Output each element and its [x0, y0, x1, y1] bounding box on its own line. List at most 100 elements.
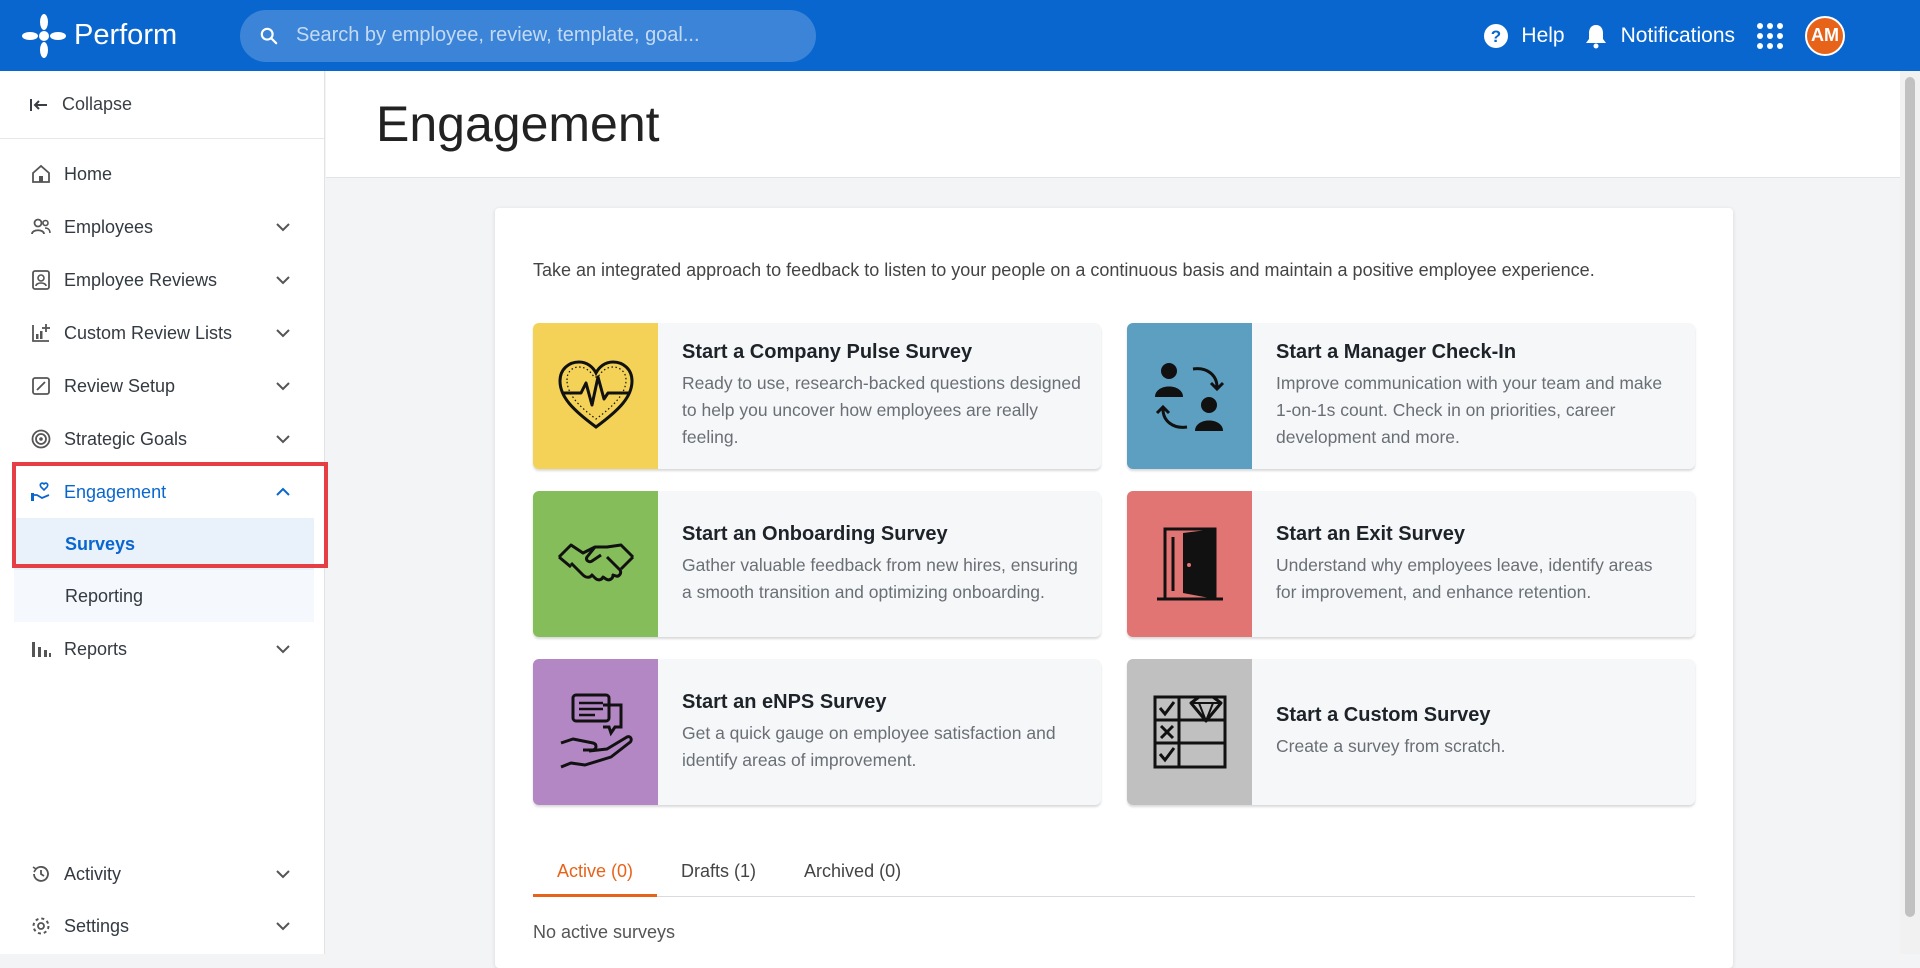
sidebar-item-label: Activity	[64, 863, 122, 884]
help-label: Help	[1521, 23, 1565, 47]
sidebar-item-label: Custom Review Lists	[64, 322, 233, 343]
chevron-down-icon[interactable]	[274, 865, 292, 883]
review-badge-icon	[32, 270, 50, 290]
bell-icon	[1585, 24, 1606, 48]
sidebar-item-label: Settings	[64, 915, 130, 936]
home-icon	[32, 164, 50, 183]
tile-description: Ready to use, research-backed questions …	[682, 373, 1081, 447]
tile-company-pulse-survey[interactable]: Start a Company Pulse Survey Ready to us…	[533, 323, 1101, 469]
tile-swatch	[533, 659, 658, 805]
checklist-diamond-icon	[1153, 695, 1226, 769]
app-name: Perform	[74, 19, 178, 51]
open-door-icon	[1156, 527, 1223, 601]
sidebar-item-label: Employees	[64, 216, 154, 237]
apps-grid-icon[interactable]	[1757, 22, 1783, 49]
page-title: Engagement	[376, 96, 660, 152]
tab-archived[interactable]: Archived (0)	[780, 845, 925, 897]
tile-swatch	[1127, 323, 1252, 469]
tile-manager-check-in[interactable]: Start a Manager Check-In Improve communi…	[1127, 323, 1695, 469]
tile-title: Start an Exit Survey	[1276, 522, 1465, 545]
engagement-card: Take an integrated approach to feedback …	[495, 208, 1733, 968]
sidebar-item-activity[interactable]: Activity	[14, 848, 314, 900]
sidebar-item-label: Home	[64, 163, 113, 184]
chevron-up-icon[interactable]	[274, 483, 292, 501]
chevron-down-icon[interactable]	[274, 271, 292, 289]
sidebar-item-custom-review-lists[interactable]: Custom Review Lists	[14, 307, 314, 359]
sidebar-subitem-label: Surveys	[65, 533, 136, 554]
gear-icon	[32, 917, 50, 935]
global-search[interactable]	[240, 9, 816, 62]
chevron-down-icon[interactable]	[274, 377, 292, 395]
help-icon: ?	[1484, 23, 1509, 48]
perform-logo-icon	[22, 13, 66, 58]
tile-description: Create a survey from scratch.	[1276, 736, 1506, 756]
history-icon	[32, 866, 49, 882]
sidebar-item-engagement[interactable]: Engagement	[14, 466, 314, 518]
search-input[interactable]	[294, 23, 774, 48]
heart-pulse-icon	[557, 360, 634, 429]
page-scrollbar[interactable]	[1900, 71, 1920, 954]
main-content: Engagement Take an integrated approach t…	[326, 71, 1900, 968]
sidebar-item-employees[interactable]: Employees	[14, 201, 314, 253]
chevron-down-icon[interactable]	[274, 324, 292, 342]
sidebar-item-label: Review Setup	[64, 375, 176, 396]
target-icon	[31, 429, 51, 449]
search-icon	[260, 27, 278, 44]
tile-enps-survey[interactable]: Start an eNPS Survey Get a quick gauge o…	[533, 659, 1101, 805]
tile-title: Start a Manager Check-In	[1276, 341, 1517, 363]
tile-swatch	[1127, 659, 1252, 805]
collapse-button[interactable]: Collapse	[0, 71, 324, 139]
sidebar-item-label: Engagement	[64, 481, 167, 502]
sidebar-item-label: Strategic Goals	[64, 428, 188, 449]
tile-title: Start an eNPS Survey	[682, 690, 887, 713]
tab-active[interactable]: Active (0)	[533, 845, 658, 897]
people-icon	[31, 218, 51, 235]
survey-tabs: Active (0) Drafts (1) Archived (0)	[533, 845, 1695, 897]
people-exchange-icon	[1154, 363, 1224, 431]
user-avatar[interactable]: AM	[1805, 15, 1845, 56]
tile-description: Improve communication with your team and…	[1276, 373, 1663, 447]
sidebar-subitem-label: Reporting	[65, 585, 144, 606]
chevron-down-icon[interactable]	[274, 430, 292, 448]
help-button[interactable]: ? Help	[1483, 23, 1565, 49]
tile-description: Get a quick gauge on employee satisfacti…	[682, 722, 1056, 770]
collapse-label: Collapse	[62, 94, 133, 114]
sidebar-item-reports[interactable]: Reports	[14, 623, 314, 675]
sidebar-item-review-setup[interactable]: Review Setup	[14, 360, 314, 412]
chevron-down-icon[interactable]	[274, 218, 292, 236]
tile-description: Gather valuable feedback from new hires,…	[682, 554, 1078, 602]
bar-chart-icon	[32, 642, 51, 657]
tile-onboarding-survey[interactable]: Start an Onboarding Survey Gather valuab…	[533, 491, 1101, 637]
notifications-button[interactable]: Notifications	[1583, 23, 1735, 49]
page-header: Engagement	[326, 71, 1900, 178]
sidebar-item-label: Employee Reviews	[64, 269, 218, 290]
collapse-arrow-icon	[30, 98, 47, 111]
chevron-down-icon[interactable]	[274, 917, 292, 935]
sidebar-item-home[interactable]: Home	[14, 148, 314, 200]
tab-drafts[interactable]: Drafts (1)	[657, 845, 780, 897]
notifications-label: Notifications	[1620, 23, 1735, 47]
clipboard-edit-icon	[32, 377, 50, 395]
engagement-intro: Take an integrated approach to feedback …	[533, 260, 1595, 280]
scrollbar-thumb[interactable]	[1905, 77, 1915, 917]
tile-title: Start an Onboarding Survey	[682, 522, 948, 545]
empty-state-text: No active surveys	[533, 922, 676, 942]
tile-description: Understand why employees leave, identify…	[1276, 554, 1653, 602]
chevron-down-icon[interactable]	[274, 640, 292, 658]
sidebar-subitem-surveys[interactable]: Surveys	[14, 518, 314, 570]
sidebar-item-strategic-goals[interactable]: Strategic Goals	[14, 413, 314, 465]
sidebar-item-employee-reviews[interactable]: Employee Reviews	[14, 254, 314, 306]
top-bar: Perform ? Help Notifications AM	[0, 0, 1920, 71]
chart-plus-icon	[32, 324, 50, 342]
tile-title: Start a Company Pulse Survey	[682, 341, 973, 363]
sidebar-subitem-reporting[interactable]: Reporting	[14, 570, 314, 622]
app-logo[interactable]: Perform	[20, 12, 220, 60]
tile-custom-survey[interactable]: Start a Custom Survey Create a survey fr…	[1127, 659, 1695, 805]
sidebar-item-settings[interactable]: Settings	[14, 900, 314, 952]
hand-heart-icon	[31, 482, 50, 501]
tile-swatch	[1127, 491, 1252, 637]
handshake-icon	[557, 543, 634, 582]
svg-text:?: ?	[1491, 27, 1501, 46]
tile-exit-survey[interactable]: Start an Exit Survey Understand why empl…	[1127, 491, 1695, 637]
tile-swatch	[533, 491, 658, 637]
